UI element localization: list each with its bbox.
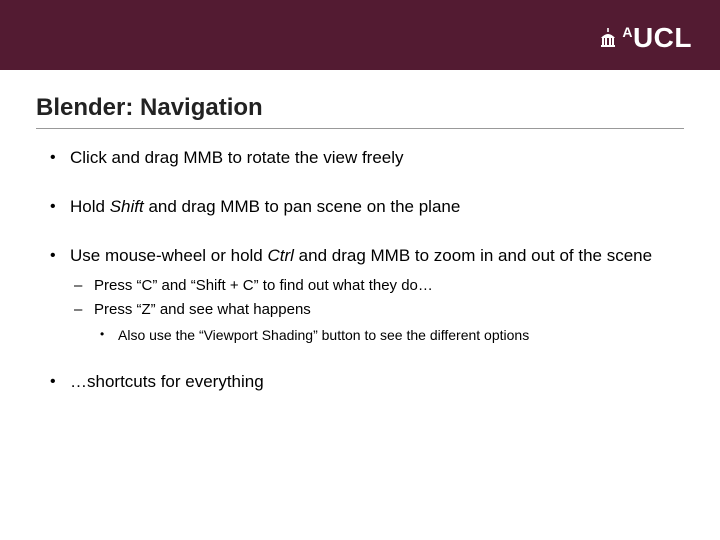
sub-bullet-c: Press “C” and “Shift + C” to find out wh… [70,276,672,296]
subsub-viewport: Also use the “Viewport Shading” button t… [94,326,672,345]
bullet-shortcuts: …shortcuts for everything [48,371,672,394]
content: Click and drag MMB to rotate the view fr… [0,129,720,394]
ucl-logo: AUCL [599,22,692,54]
sub-bullet-z: Press “Z” and see what happens Also use … [70,300,672,345]
logo-main: UCL [633,22,692,53]
header-banner: AUCL [0,0,720,70]
dome-icon [599,27,617,49]
page-title: Blender: Navigation [0,70,720,128]
bullet-zoom: Use mouse-wheel or hold Ctrl and drag MM… [48,245,672,345]
logo-sup: A [622,24,633,40]
bullet-pan: Hold Shift and drag MMB to pan scene on … [48,196,672,219]
logo-text: AUCL [621,22,692,54]
slide: AUCL Blender: Navigation Click and drag … [0,0,720,540]
bullet-rotate: Click and drag MMB to rotate the view fr… [48,147,672,170]
